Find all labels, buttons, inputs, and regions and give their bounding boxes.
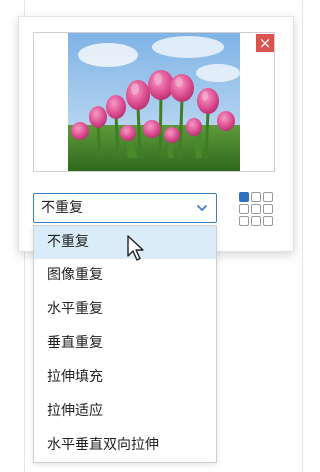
position-grid-icon[interactable]	[239, 192, 275, 228]
close-icon: ×	[258, 34, 272, 52]
background-divider-right	[302, 0, 303, 472]
grid-cell-top-right[interactable]	[263, 192, 273, 202]
background-preview	[33, 32, 275, 172]
fill-mode-select[interactable]: 不重复	[33, 193, 217, 223]
grid-cell-middle-right[interactable]	[263, 204, 273, 214]
dropdown-option-stretch-fit[interactable]: 拉伸适应	[34, 395, 216, 428]
grid-cell-bottom-left[interactable]	[239, 216, 249, 226]
dropdown-option-vertical-repeat[interactable]: 垂直重复	[34, 327, 216, 360]
close-button[interactable]: ×	[256, 34, 274, 52]
grid-cell-bottom-center[interactable]	[251, 216, 261, 226]
grid-cell-middle-center[interactable]	[251, 204, 261, 214]
fill-mode-dropdown: 不重复 图像重复 水平重复 垂直重复 拉伸填充 拉伸适应 水平垂直双向拉伸	[33, 225, 217, 463]
grid-cell-top-center[interactable]	[251, 192, 261, 202]
chevron-down-icon	[197, 205, 207, 211]
fill-mode-select-value: 不重复	[41, 200, 83, 216]
grid-cell-top-left[interactable]	[239, 192, 249, 202]
dropdown-option-bidirectional-stretch[interactable]: 水平垂直双向拉伸	[34, 429, 216, 462]
dropdown-option-horizontal-repeat[interactable]: 水平重复	[34, 293, 216, 326]
grid-cell-middle-left[interactable]	[239, 204, 249, 214]
background-settings-panel: × 不重复	[18, 16, 294, 252]
grid-cell-bottom-right[interactable]	[263, 216, 273, 226]
dropdown-option-stretch-fill[interactable]: 拉伸填充	[34, 361, 216, 394]
dropdown-option-image-repeat[interactable]: 图像重复	[34, 259, 216, 292]
dropdown-option-no-repeat[interactable]: 不重复	[34, 226, 216, 259]
tulip-image	[68, 33, 240, 171]
